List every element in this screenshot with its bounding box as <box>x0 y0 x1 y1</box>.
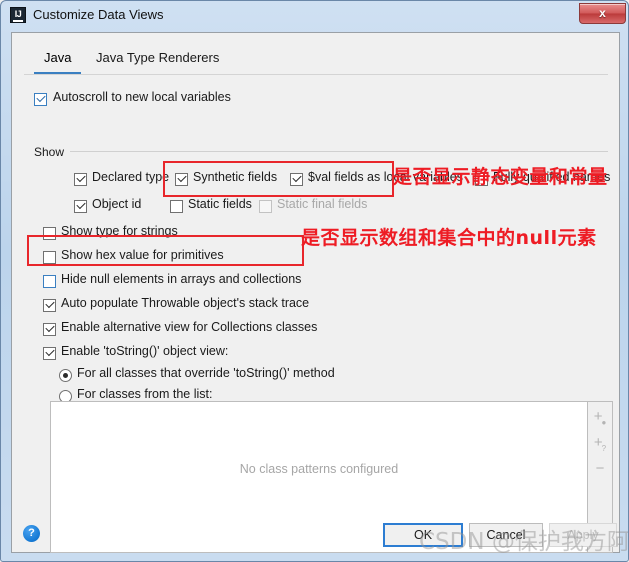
title-bar: IJ Customize Data Views x <box>1 1 628 31</box>
tab-java-type-renderers[interactable]: Java Type Renderers <box>86 46 229 72</box>
static-final-fields-label: Static final fields <box>277 197 368 211</box>
synthetic-fields-label: Synthetic fields <box>193 170 278 184</box>
autoscroll-label: Autoscroll to new local variables <box>53 90 231 104</box>
enable-tostring-view-checkbox[interactable] <box>43 347 56 360</box>
alternative-collections-view-checkbox[interactable] <box>43 323 56 336</box>
show-type-for-strings-checkbox[interactable] <box>43 227 56 240</box>
annotation-text-hide-null: 是否显示数组和集合中的null元素 <box>301 227 597 249</box>
dialog-client-area: Java Java Type Renderers Autoscroll to n… <box>11 32 620 553</box>
enable-tostring-view-label: Enable 'toString()' object view: <box>61 344 229 358</box>
show-type-for-strings-label: Show type for strings <box>61 224 178 238</box>
static-final-fields-checkbox <box>259 200 272 213</box>
dot-icon: ● <box>601 418 607 427</box>
help-button[interactable]: ? <box>23 525 40 542</box>
declared-type-label: Declared type <box>92 170 170 184</box>
tostring-all-classes-label: For all classes that override 'toString(… <box>77 366 335 380</box>
show-group-divider <box>70 151 608 152</box>
tab-underline <box>24 74 608 75</box>
cancel-button[interactable]: Cancel <box>469 523 543 547</box>
ok-button[interactable]: OK <box>383 523 463 547</box>
auto-populate-stack-trace-checkbox[interactable] <box>43 299 56 312</box>
show-hex-value-for-primitives-label: Show hex value for primitives <box>61 248 224 262</box>
synthetic-fields-checkbox[interactable] <box>175 173 188 186</box>
window-title: Customize Data Views <box>33 7 164 22</box>
intellij-idea-icon: IJ <box>10 7 26 23</box>
screenshot-root: IJ Customize Data Views x Java Java Type… <box>0 0 629 562</box>
add-pattern-button[interactable]: +● <box>590 407 610 427</box>
close-button[interactable]: x <box>579 3 626 24</box>
remove-pattern-button[interactable]: − <box>590 459 610 479</box>
dialog-window: IJ Customize Data Views x Java Java Type… <box>0 0 629 562</box>
object-id-checkbox[interactable] <box>74 200 87 213</box>
auto-populate-stack-trace-label: Auto populate Throwable object's stack t… <box>61 296 310 310</box>
close-icon: x <box>599 6 606 20</box>
object-id-label: Object id <box>92 197 142 211</box>
tab-java[interactable]: Java <box>34 46 82 75</box>
annotation-text-static-fields: 是否显示静态变量和常量 <box>393 166 608 188</box>
minus-icon: − <box>595 460 605 477</box>
tostring-from-list-label: For classes from the list: <box>77 387 213 401</box>
static-fields-checkbox[interactable] <box>170 200 183 213</box>
show-hex-value-for-primitives-checkbox[interactable] <box>43 251 56 264</box>
hide-null-elements-label: Hide null elements in arrays and collect… <box>61 272 302 286</box>
declared-type-checkbox[interactable] <box>74 173 87 186</box>
tab-bar: Java Java Type Renderers <box>24 46 608 75</box>
val-fields-as-local-variables-checkbox[interactable] <box>290 173 303 186</box>
alternative-collections-view-label: Enable alternative view for Collections … <box>61 320 318 334</box>
question-icon: ? <box>601 444 607 453</box>
class-patterns-empty-text: No class patterns configured <box>239 462 399 476</box>
apply-button: Apply <box>549 523 617 547</box>
autoscroll-checkbox[interactable] <box>34 93 47 106</box>
static-fields-label: Static fields <box>188 197 252 211</box>
hide-null-elements-checkbox[interactable] <box>43 275 56 288</box>
tostring-all-classes-radio[interactable] <box>59 369 72 382</box>
add-pattern-from-query-button[interactable]: +? <box>590 433 610 453</box>
show-group-title: Show <box>34 145 71 159</box>
